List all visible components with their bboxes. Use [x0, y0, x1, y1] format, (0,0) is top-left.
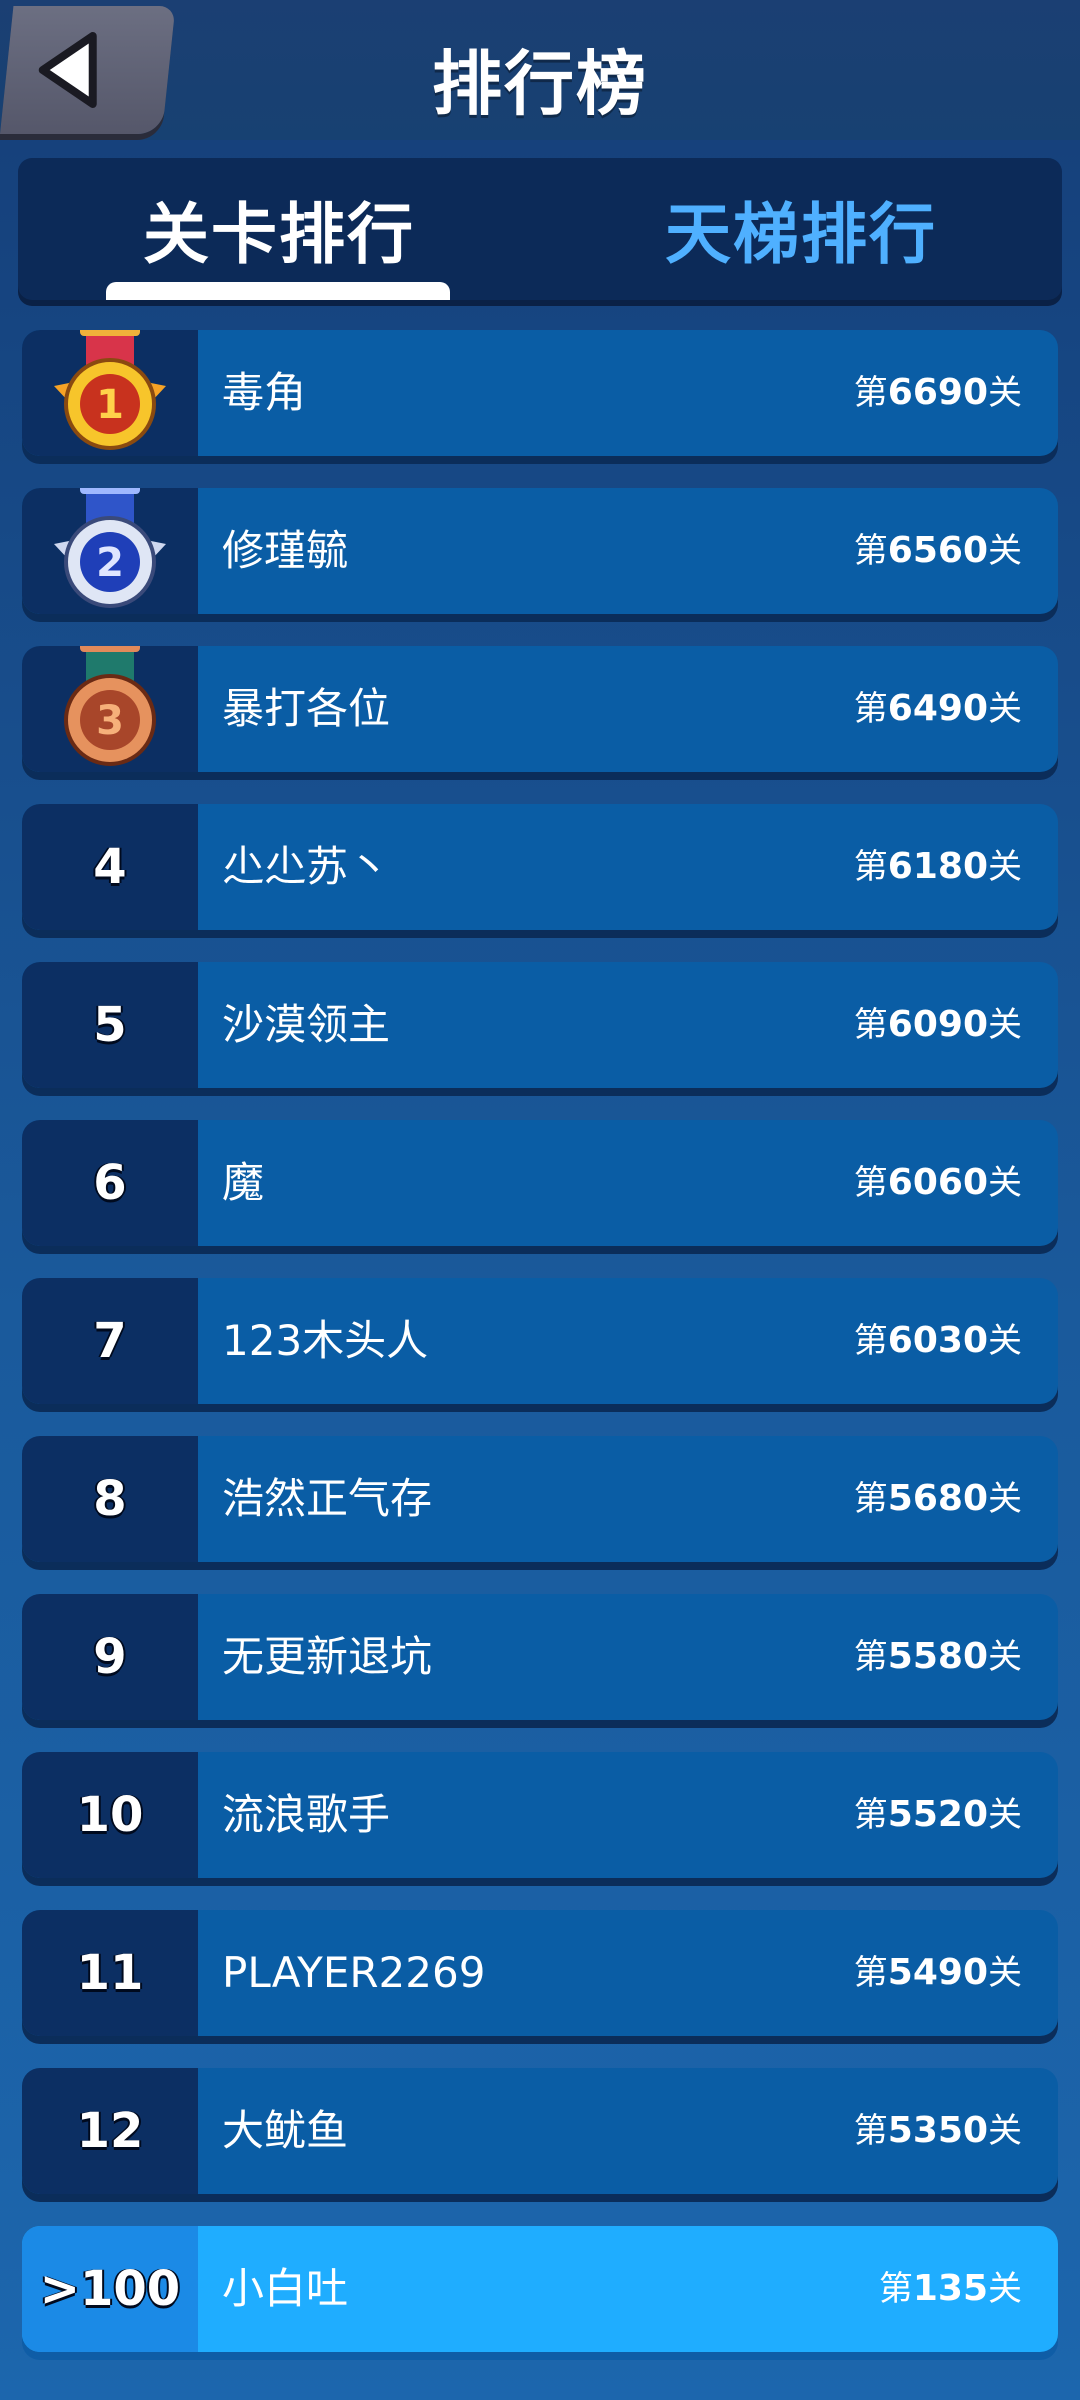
rank-number: 12: [76, 2103, 144, 2159]
player-level: 第5680关: [853, 1478, 1022, 1519]
svg-text:3: 3: [96, 698, 124, 744]
svg-text:2: 2: [96, 540, 124, 586]
player-level: 第6560关: [853, 530, 1022, 571]
tab-bar: 关卡排行 天梯排行: [18, 158, 1062, 300]
player-level: 第6060关: [853, 1162, 1022, 1203]
leaderboard-row[interactable]: 5 沙漠领主 第6090关: [22, 962, 1058, 1088]
player-name: PLAYER2269: [222, 1948, 486, 1997]
player-level: 第6690关: [853, 372, 1022, 413]
rank-number: 8: [93, 1471, 127, 1527]
tab-level-ranking[interactable]: 关卡排行: [18, 158, 540, 300]
rank-number: 7: [93, 1313, 127, 1369]
leaderboard-row[interactable]: 9 无更新退坑 第5580关: [22, 1594, 1058, 1720]
silver-medal-icon: 2: [54, 488, 166, 608]
leaderboard-row[interactable]: 3 暴打各位 第6490关: [22, 646, 1058, 772]
player-name: 小白吐: [222, 2264, 349, 2313]
rank-cell: 2: [22, 488, 198, 614]
rank-cell: 11: [22, 1910, 198, 2036]
leaderboard-row[interactable]: 1 毒角 第6690关: [22, 330, 1058, 456]
rank-cell: 5: [22, 962, 198, 1088]
leaderboard-row[interactable]: 2 修瑾毓 第6560关: [22, 488, 1058, 614]
leaderboard-list[interactable]: 1 毒角 第6690关 2 修瑾毓 第6560关 3 暴打各位 第6490关 4…: [22, 330, 1058, 2384]
player-level: 第6180关: [853, 846, 1022, 887]
rank-number: 5: [93, 997, 127, 1053]
gold-medal-icon: 1: [54, 330, 166, 450]
rank-cell: 8: [22, 1436, 198, 1562]
player-name: 流浪歌手: [222, 1790, 391, 1839]
rank-number: >100: [39, 2261, 181, 2317]
rank-cell: 6: [22, 1120, 198, 1246]
rank-cell: 12: [22, 2068, 198, 2194]
player-name: 123木头人: [222, 1316, 429, 1365]
rank-cell: >100: [22, 2226, 198, 2352]
player-name: 沙漠领主: [222, 1000, 391, 1049]
bronze-medal-icon: 3: [64, 646, 156, 766]
player-name: 毒角: [222, 368, 307, 417]
tab-ladder-ranking[interactable]: 天梯排行: [540, 158, 1062, 300]
leaderboard-row[interactable]: 12 大鱿鱼 第5350关: [22, 2068, 1058, 2194]
rank-number: 10: [76, 1787, 144, 1843]
rank-cell: 7: [22, 1278, 198, 1404]
rank-cell: 1: [22, 330, 198, 456]
active-tab-indicator: [106, 282, 450, 300]
player-level: 第5580关: [853, 1636, 1022, 1677]
top-bar: 排行榜: [0, 0, 1080, 140]
player-name: 魔: [222, 1158, 265, 1207]
rank-number: 4: [93, 839, 127, 895]
rank-cell: 3: [22, 646, 198, 772]
my-rank-row[interactable]: >100 小白吐 第135关: [22, 2226, 1058, 2352]
player-name: 大鱿鱼: [222, 2106, 349, 2155]
rank-number: 11: [76, 1945, 144, 2001]
leaderboard-row[interactable]: 4 尐尐苏丶 第6180关: [22, 804, 1058, 930]
rank-cell: 4: [22, 804, 198, 930]
player-level: 第5520关: [853, 1794, 1022, 1835]
player-name: 尐尐苏丶: [222, 842, 391, 891]
player-name: 暴打各位: [222, 684, 391, 733]
player-level: 第135关: [878, 2268, 1022, 2309]
svg-text:1: 1: [96, 382, 124, 428]
rank-cell: 9: [22, 1594, 198, 1720]
player-name: 无更新退坑: [222, 1632, 433, 1681]
leaderboard-row[interactable]: 7 123木头人 第6030关: [22, 1278, 1058, 1404]
player-level: 第5350关: [853, 2110, 1022, 2151]
page-title: 排行榜: [432, 43, 648, 125]
leaderboard-row[interactable]: 10 流浪歌手 第5520关: [22, 1752, 1058, 1878]
rank-cell: 10: [22, 1752, 198, 1878]
leaderboard-row[interactable]: 6 魔 第6060关: [22, 1120, 1058, 1246]
player-name: 修瑾毓: [222, 526, 349, 575]
player-level: 第5490关: [853, 1952, 1022, 1993]
player-name: 浩然正气存: [222, 1474, 433, 1523]
player-level: 第6490关: [853, 688, 1022, 729]
rank-number: 6: [93, 1155, 127, 1211]
player-level: 第6090关: [853, 1004, 1022, 1045]
leaderboard-row[interactable]: 8 浩然正气存 第5680关: [22, 1436, 1058, 1562]
leaderboard-row[interactable]: 11 PLAYER2269 第5490关: [22, 1910, 1058, 2036]
rank-number: 9: [93, 1629, 127, 1685]
player-level: 第6030关: [853, 1320, 1022, 1361]
